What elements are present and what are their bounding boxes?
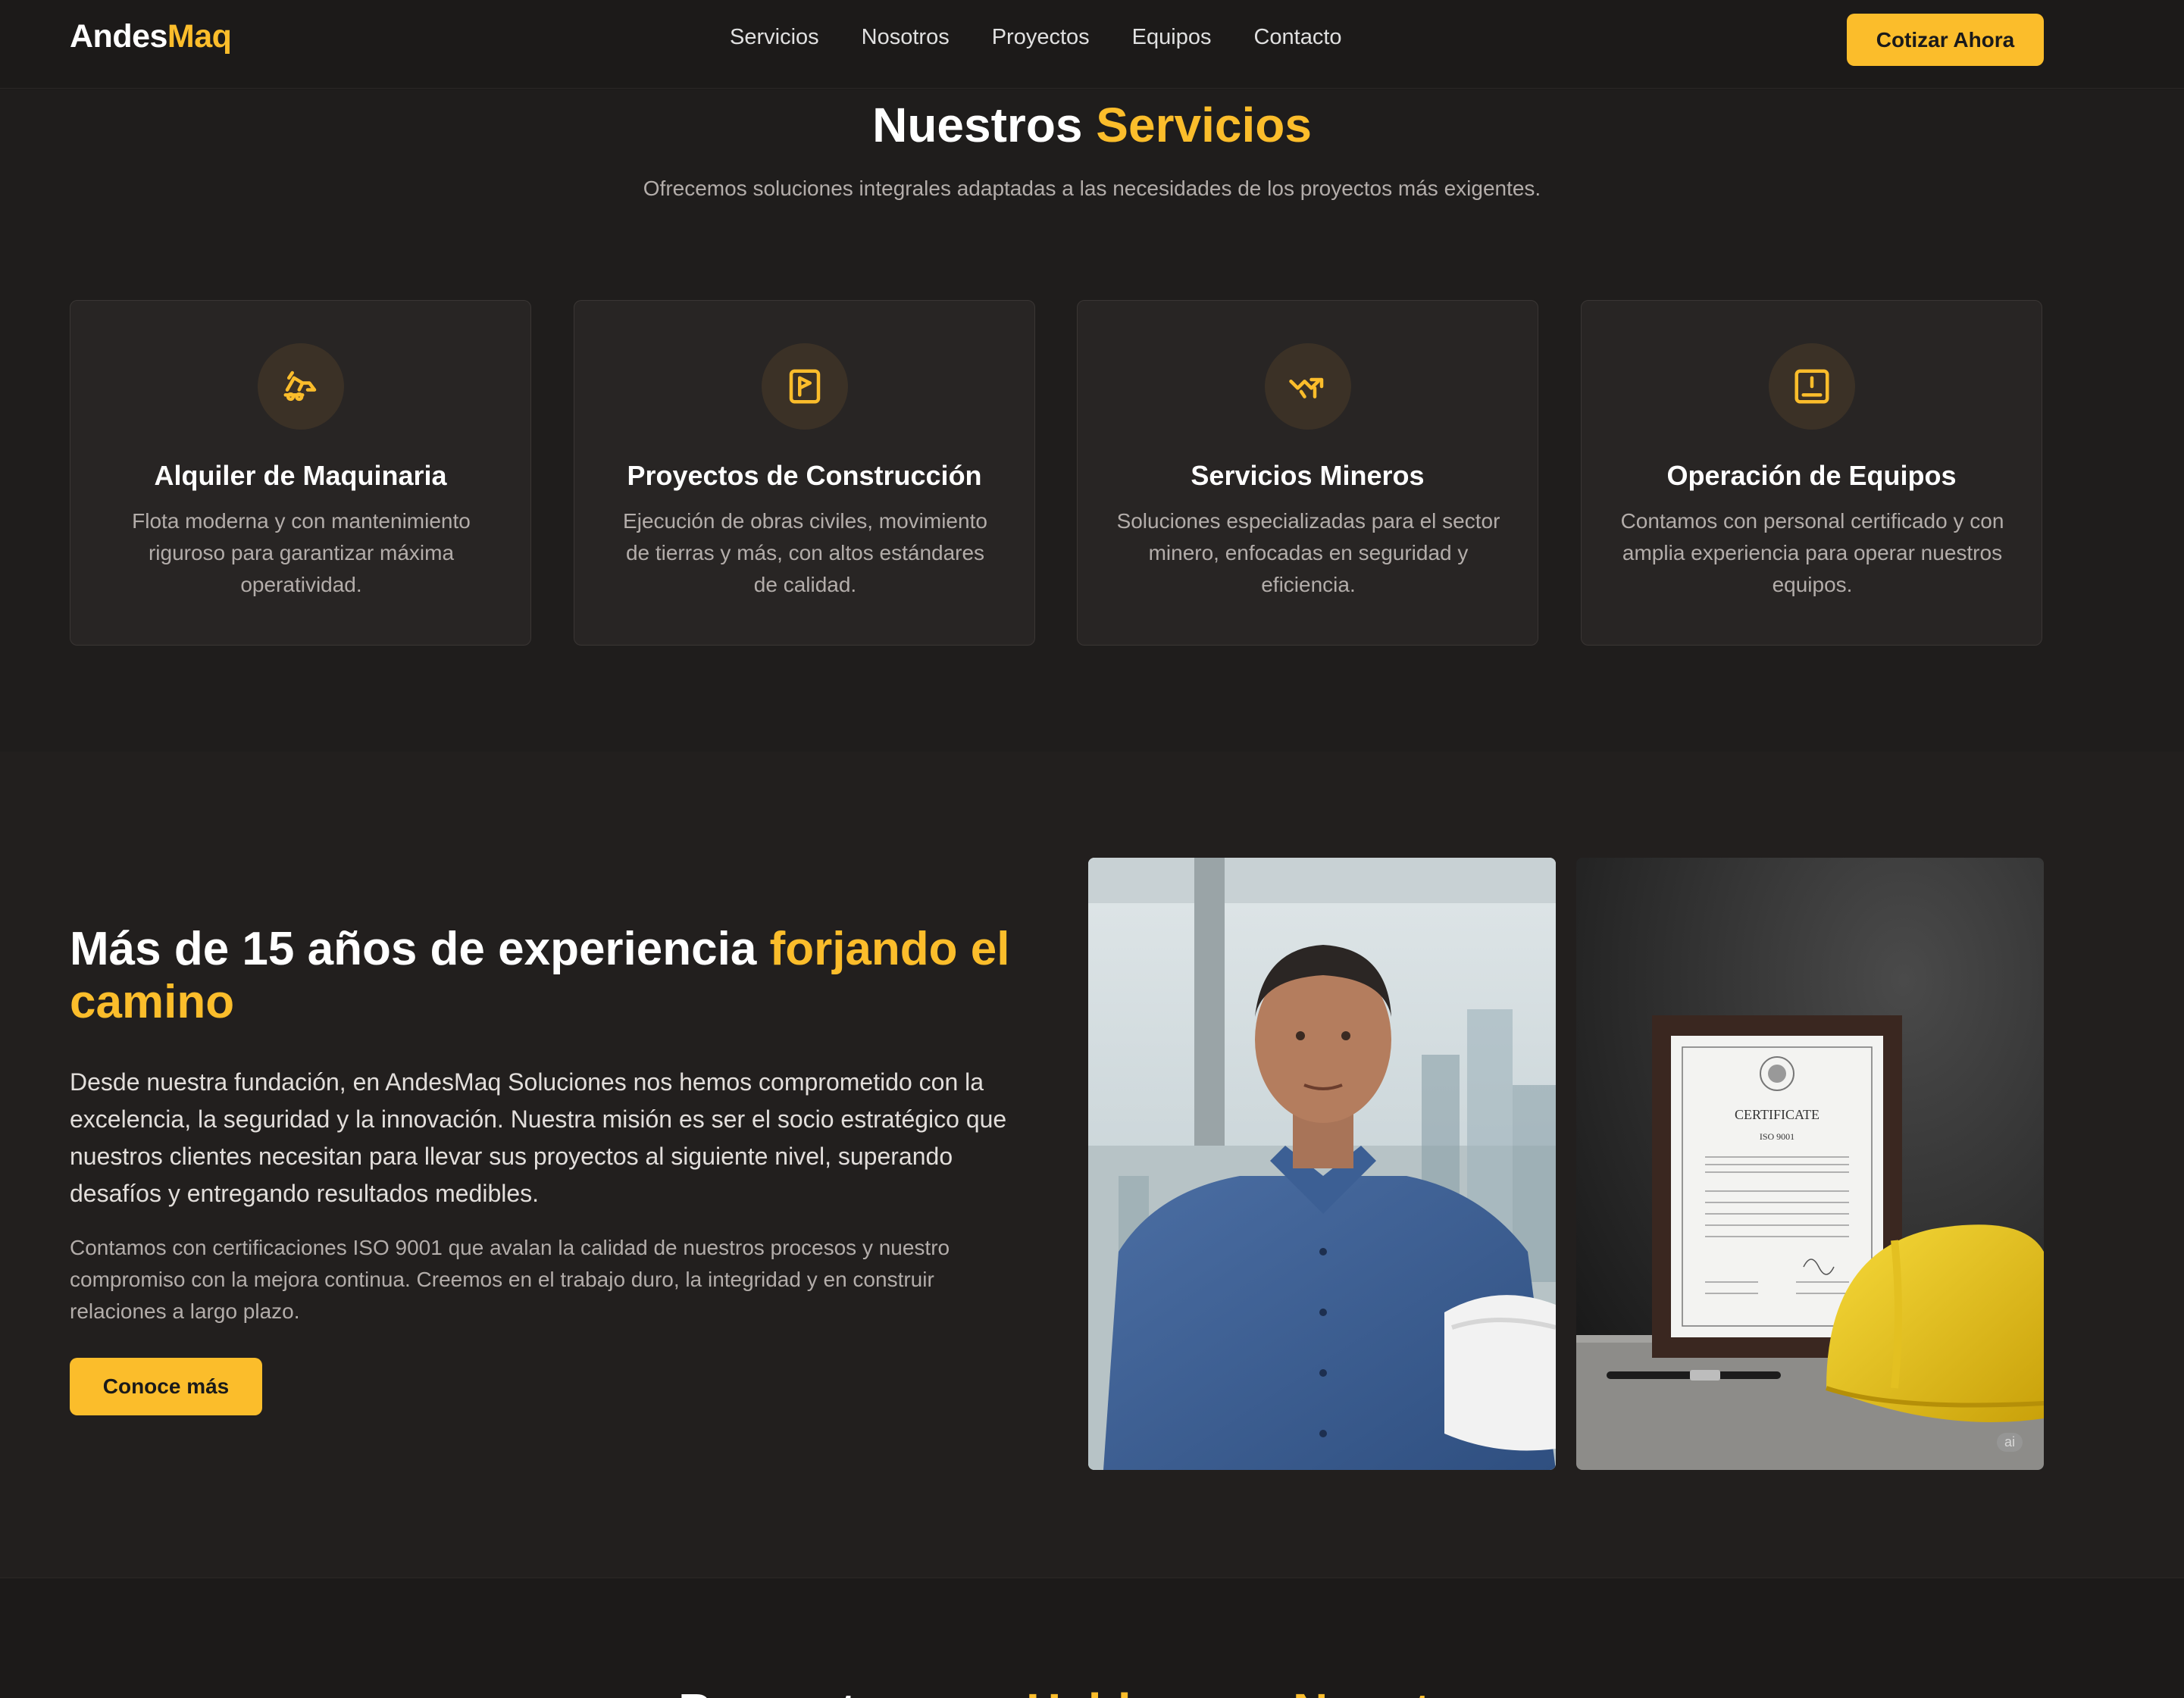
- services-title-part2: Servicios: [1096, 98, 1312, 152]
- blueprint-icon: [762, 343, 848, 430]
- quote-button[interactable]: Cotizar Ahora: [1847, 14, 2044, 66]
- service-card-title: Operación de Equipos: [1666, 460, 1957, 491]
- service-card-desc: Soluciones especializadas para el sector…: [1116, 509, 1500, 596]
- brand-logo[interactable]: AndesMaq: [70, 18, 232, 55]
- service-card-title: Proyectos de Construcción: [627, 460, 982, 491]
- services-section: Nuestros Servicios Ofrecemos soluciones …: [0, 89, 2184, 752]
- service-card-operation[interactable]: Operación de Equipos Contamos con person…: [1581, 300, 2042, 646]
- service-card-mining[interactable]: Servicios Mineros Soluciones especializa…: [1077, 300, 1538, 646]
- site-header: AndesMaq Servicios Nosotros Proyectos Eq…: [0, 0, 2184, 89]
- nav-servicios[interactable]: Servicios: [730, 25, 819, 50]
- certificate-hardhat-image: CERTIFICATE ISO 9001 ai: [1576, 858, 2044, 1470]
- services-title: Nuestros Servicios: [0, 97, 2184, 153]
- brand-name-part1: Andes: [70, 18, 167, 55]
- services-subtitle: Ofrecemos soluciones integrales adaptada…: [643, 177, 1541, 200]
- about-paragraph-secondary: Contamos con certificaciones ISO 9001 qu…: [70, 1236, 950, 1323]
- about-title: Más de 15 años de experiencia forjando e…: [70, 923, 1025, 1029]
- brand-name-part2: Maq: [167, 18, 232, 55]
- services-title-part1: Nuestros: [872, 98, 1083, 152]
- service-card-desc: Flota moderna y con mantenimiento riguro…: [132, 509, 471, 596]
- nav-nosotros[interactable]: Nosotros: [862, 25, 950, 50]
- projects-section: Proyectos que Hablan por Nosotros: [0, 1578, 2184, 1698]
- projects-title: Proyectos que Hablan por Nosotros: [0, 1683, 2184, 1698]
- projects-title-part2: Hablan por Nosotros: [1026, 1684, 1506, 1698]
- service-card-desc: Contamos con personal certificado y con …: [1620, 509, 2004, 596]
- ai-badge: ai: [1996, 1433, 2023, 1452]
- projects-title-part1: Proyectos que: [678, 1684, 1012, 1698]
- service-card-desc: Ejecución de obras civiles, movimiento d…: [623, 509, 987, 596]
- service-card-title: Alquiler de Maquinaria: [154, 460, 447, 491]
- nav-equipos[interactable]: Equipos: [1132, 25, 1212, 50]
- service-card-machinery[interactable]: Alquiler de Maquinaria Flota moderna y c…: [70, 300, 531, 646]
- about-section: Más de 15 años de experiencia forjando e…: [0, 752, 2184, 1578]
- excavator-icon: [258, 343, 344, 430]
- nav-proyectos[interactable]: Proyectos: [992, 25, 1090, 50]
- service-card-construction[interactable]: Proyectos de Construcción Ejecución de o…: [574, 300, 1035, 646]
- learn-more-button[interactable]: Conoce más: [70, 1358, 262, 1415]
- executive-portrait-image: [1088, 858, 1556, 1470]
- service-card-title: Servicios Mineros: [1191, 460, 1425, 491]
- mining-icon: [1265, 343, 1351, 430]
- nav-contacto[interactable]: Contacto: [1253, 25, 1341, 50]
- certificate-standard: ISO 9001: [1760, 1131, 1794, 1142]
- about-paragraph-main: Desde nuestra fundación, en AndesMaq Sol…: [70, 1068, 1007, 1207]
- about-title-part1: Más de 15 años de experiencia: [70, 923, 757, 975]
- certificate-heading: CERTIFICATE: [1735, 1107, 1819, 1122]
- main-nav: Servicios Nosotros Proyectos Equipos Con…: [730, 25, 1342, 50]
- operator-icon: [1769, 343, 1855, 430]
